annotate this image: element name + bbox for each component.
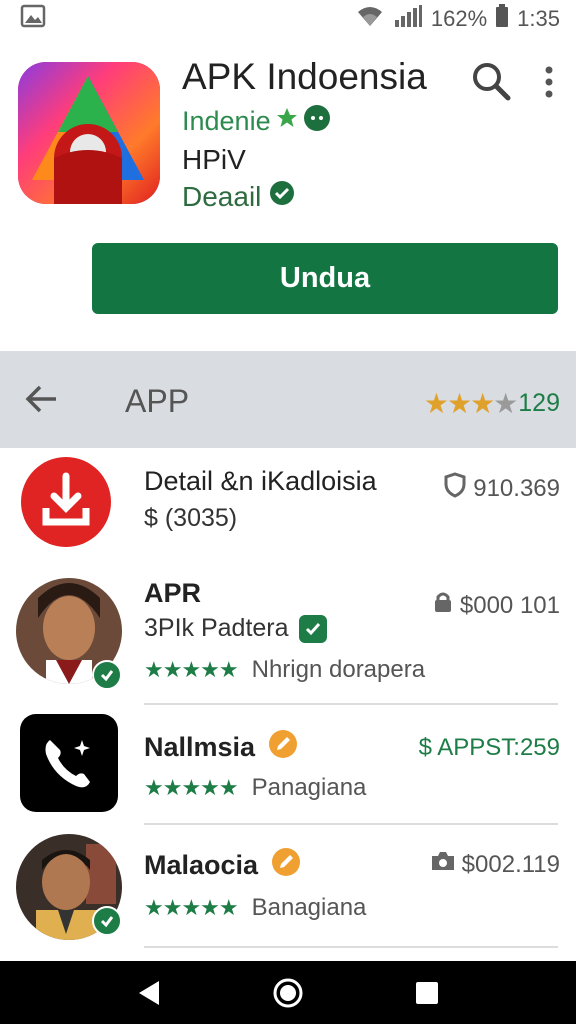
- app-title: APK Indoensia: [182, 56, 427, 97]
- edit-badge-icon: [267, 728, 299, 767]
- lock-icon: [432, 590, 454, 621]
- rating-stars: ★★★★★: [144, 657, 239, 682]
- divider: [144, 823, 558, 825]
- item-meta: $002.119: [430, 850, 560, 879]
- item-meta-text: $ APPST:259: [418, 734, 560, 761]
- rating-text: Panagiana: [251, 774, 367, 801]
- item-title: Detail &n iKadloisia: [144, 466, 377, 496]
- verified-icon: [92, 906, 122, 936]
- app-subtitle: HPiV: [182, 144, 246, 175]
- rating-stars: ★★★★★: [144, 775, 239, 800]
- navigation-bar: [0, 961, 576, 1024]
- signal-icon: [393, 4, 423, 34]
- item-title: APR: [144, 578, 202, 608]
- item-rating: ★★★★★ Banagiana: [144, 894, 366, 922]
- nav-recents-button[interactable]: [405, 971, 449, 1015]
- edit-badge-icon: [270, 846, 302, 885]
- item-title-text: Nallmsia: [144, 732, 256, 762]
- square-recents-icon: [415, 981, 438, 1004]
- battery-icon: [495, 4, 509, 34]
- install-button[interactable]: Undua: [92, 243, 558, 314]
- nav-home-button[interactable]: [266, 971, 310, 1015]
- nav-back-button[interactable]: [127, 971, 171, 1015]
- item-meta-text: 910.369: [473, 474, 560, 502]
- item-subtitle-text: 3PIk Padtera: [144, 614, 289, 642]
- divider: [144, 946, 558, 948]
- search-icon: [473, 63, 511, 101]
- section-title: APP: [125, 383, 190, 419]
- list-item[interactable]: APR 3PIk Padtera ★★★★★ Nhrign dorapera $…: [0, 572, 576, 702]
- more-options-button[interactable]: [536, 62, 562, 102]
- item-meta-text: $000 101: [459, 591, 560, 619]
- list-item[interactable]: Detail &n iKadloisia $ (3035) 910.369: [0, 452, 576, 572]
- item-meta: 910.369: [443, 472, 560, 505]
- detail-line: Deaail: [182, 180, 295, 213]
- image-icon: [20, 4, 46, 34]
- more-vertical-icon: [545, 66, 553, 98]
- item-meta: $000 101: [432, 590, 560, 621]
- circle-home-icon: [273, 978, 303, 1007]
- search-button[interactable]: [470, 60, 512, 102]
- rating-stars: ★★★★: [423, 388, 518, 419]
- rating-count: 129: [518, 389, 560, 417]
- shield-icon: [443, 472, 467, 505]
- divider: [144, 703, 558, 705]
- section-bar: APP ★★★★ 129: [0, 351, 576, 448]
- item-rating: ★★★★★ Panagiana: [144, 774, 366, 802]
- item-meta-text: $002.119: [461, 850, 560, 878]
- app-icon: [18, 62, 160, 204]
- rating-stars: ★★★★★: [144, 895, 239, 920]
- item-title: Nallmsia: [144, 728, 299, 767]
- rating-text: Nhrign dorapera: [251, 656, 426, 683]
- item-title-text: Malaocia: [144, 850, 259, 880]
- triangle-back-icon: [139, 980, 160, 1005]
- item-rating: ★★★★★ Nhrign dorapera: [144, 656, 425, 684]
- list-item[interactable]: Nallmsia ★★★★★ Panagiana $ APPST:259: [0, 710, 576, 825]
- item-subtitle-text: $ (3035): [144, 504, 238, 532]
- rating-text: Banagiana: [251, 894, 367, 921]
- verified-icon: [92, 660, 122, 690]
- developer-line[interactable]: Indenie: [182, 104, 331, 139]
- clock: 1:35: [517, 6, 560, 31]
- item-subtitle: 3PIk Padtera: [144, 614, 327, 643]
- section-rating: ★★★★ 129: [424, 387, 560, 420]
- item-title: Malaocia: [144, 846, 302, 885]
- list-item[interactable]: Malaocia ★★★★★ Banagiana $002.119: [0, 830, 576, 950]
- item-meta: $ APPST:259: [419, 734, 560, 762]
- download-app-icon: [20, 456, 112, 548]
- phone-app-icon: [20, 714, 118, 812]
- item-subtitle: $ (3035): [144, 504, 237, 533]
- back-button[interactable]: [24, 384, 58, 414]
- chat-badge-icon: [303, 104, 331, 139]
- wifi-icon: [355, 4, 385, 34]
- status-bar: 162% 1:35: [0, 0, 576, 38]
- detail-label: Deaail: [182, 180, 262, 212]
- arrow-left-icon: [25, 385, 56, 413]
- verified-icon: [269, 180, 295, 213]
- developer-name[interactable]: Indenie: [182, 106, 271, 137]
- check-icon: [298, 614, 327, 643]
- camera-icon: [430, 850, 456, 879]
- battery-text: 162%: [430, 6, 488, 31]
- star-icon: [275, 106, 299, 137]
